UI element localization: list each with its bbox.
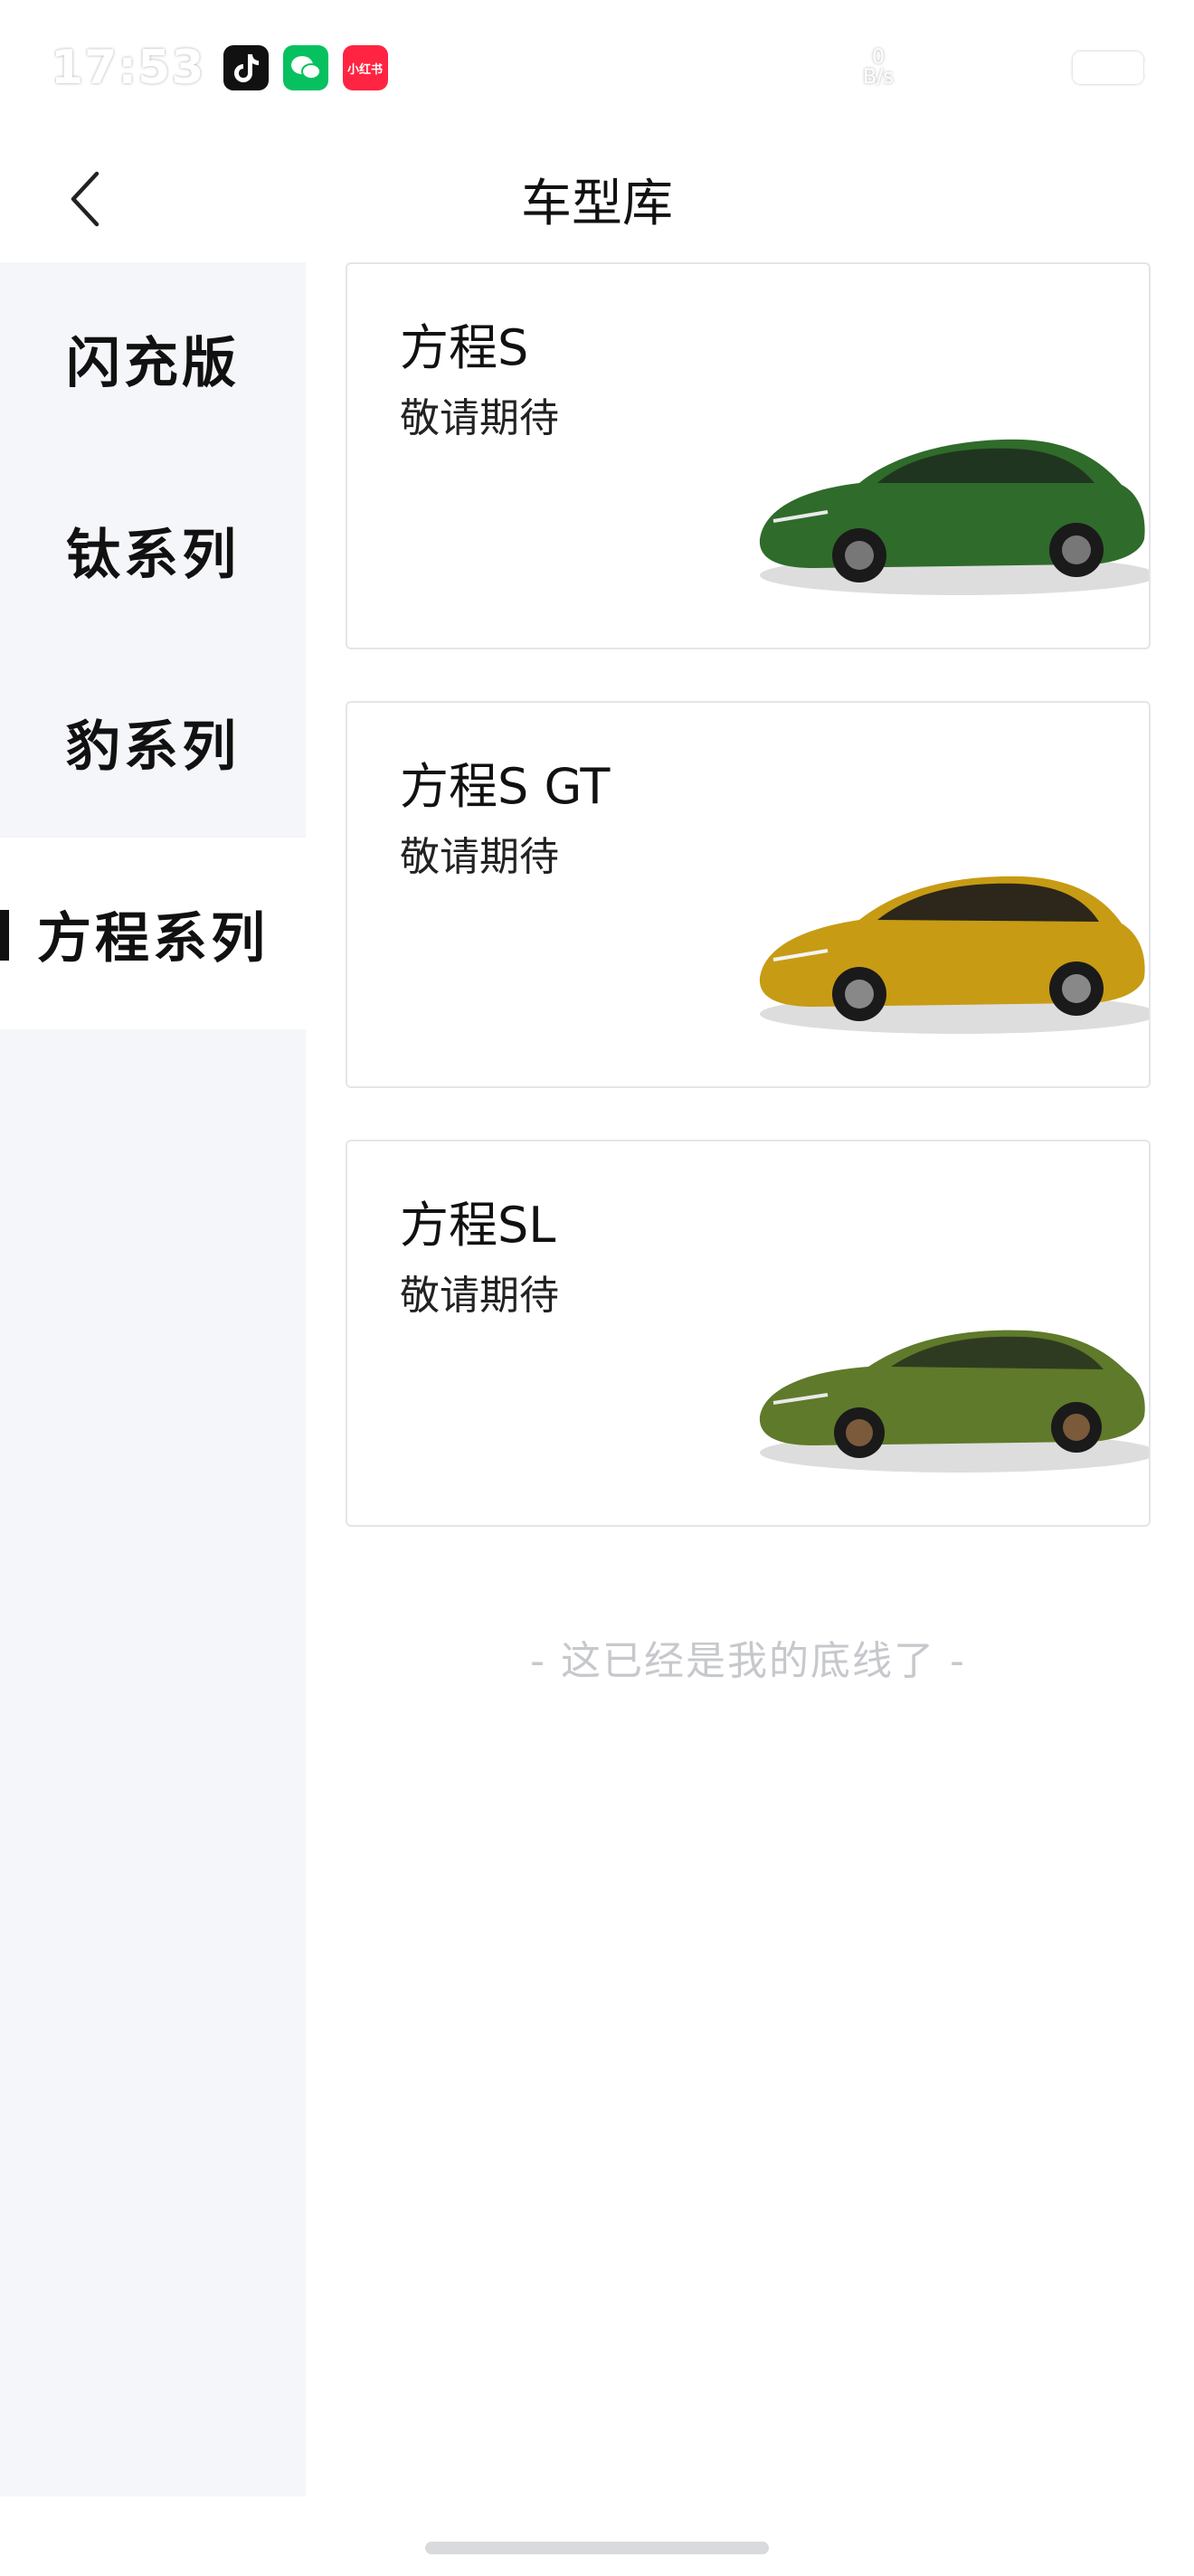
sidebar-item-leopard-series[interactable]: 豹系列 [0, 646, 306, 838]
net-speed-unit: B/s [863, 66, 894, 89]
sidebar-item-label: 方程系列 [37, 906, 269, 971]
sidebar-item-titanium-series[interactable]: 钛系列 [0, 454, 306, 646]
model-name: 方程S GT [400, 758, 611, 815]
xiaohongshu-icon: 小红书 [342, 45, 388, 90]
model-card-formula-sl[interactable]: 方程SL 敬请期待 [346, 1140, 1151, 1527]
end-of-list-note: - 这已经是我的底线了 - [530, 1638, 966, 1684]
model-list: 方程S 敬请期待 方程S GT 敬请期待 方程SL 敬请期待 [346, 262, 1152, 1578]
header: 车型库 [0, 136, 1194, 262]
home-indicator[interactable] [425, 2542, 769, 2554]
model-card-formula-s-gt[interactable]: 方程S GT 敬请期待 [346, 701, 1151, 1088]
car-image [759, 876, 1149, 1034]
status-time: 17:53 [51, 41, 205, 95]
tiktok-icon [223, 45, 269, 90]
model-name: 方程SL [400, 1197, 556, 1254]
wifi-icon [914, 48, 955, 88]
back-button[interactable] [54, 167, 118, 231]
net-speed: 0 B/s [863, 48, 894, 88]
model-status: 敬请期待 [400, 1273, 559, 1319]
model-name: 方程S [400, 319, 529, 376]
active-indicator [0, 910, 9, 961]
sidebar-item-flash-charge[interactable]: 闪充版 [0, 262, 306, 454]
model-status: 敬请期待 [400, 834, 559, 880]
page-title: 车型库 [521, 174, 673, 233]
wechat-icon [282, 45, 328, 90]
car-image [759, 439, 1149, 595]
battery-icon [1073, 52, 1149, 84]
signal-icon [975, 48, 1053, 88]
car-image [759, 1330, 1149, 1473]
sidebar-item-label: 豹系列 [66, 715, 240, 779]
sidebar-item-label: 钛系列 [66, 523, 240, 587]
model-card-formula-s[interactable]: 方程S 敬请期待 [346, 262, 1151, 649]
model-status: 敬请期待 [400, 395, 559, 441]
chevron-left-icon [71, 171, 100, 227]
bluetooth-icon [823, 48, 843, 88]
status-bar: 17:53 小红书 0 B/s [0, 0, 1194, 136]
series-sidebar: 闪充版 钛系列 豹系列 方程系列 [0, 262, 306, 2496]
sidebar-item-formula-series[interactable]: 方程系列 [0, 838, 306, 1029]
sidebar-item-label: 闪充版 [66, 331, 240, 395]
status-indicators: 0 B/s [823, 48, 1149, 88]
